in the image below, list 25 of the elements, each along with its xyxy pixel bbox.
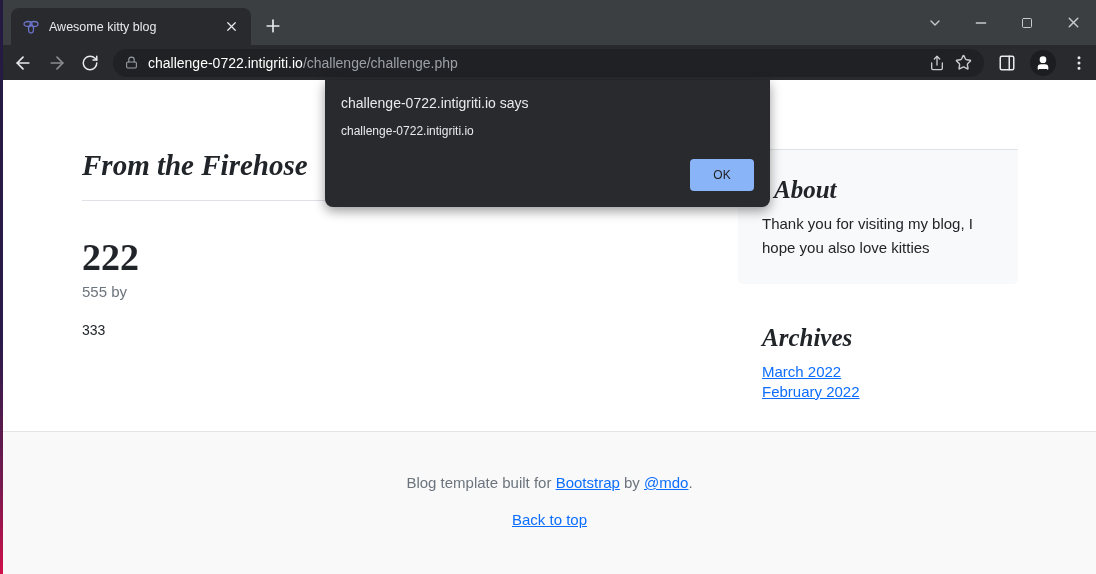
- post-body: 333: [82, 322, 107, 338]
- profile-icon[interactable]: [1030, 49, 1056, 76]
- dialog-title: challenge-0722.intigriti.io says: [341, 95, 530, 111]
- browser-tab[interactable]: Awesome kitty blog: [11, 8, 251, 45]
- footer-link[interactable]: @mdo: [644, 474, 689, 491]
- archive-link[interactable]: March 2022: [762, 363, 842, 380]
- address-bar[interactable]: challenge-0722.intigriti.io/challenge/challenge.php: [113, 48, 984, 77]
- side-panel-icon[interactable]: [998, 53, 1016, 72]
- about-text: Thank you for visiting my blog, I hope you also love kitties: [762, 214, 974, 258]
- ok-button[interactable]: OK: [690, 159, 754, 191]
- about-title: About: [774, 176, 838, 204]
- share-icon[interactable]: [929, 54, 945, 71]
- footer-credit: Blog template built for Bootstrap by @mdo.: [406, 474, 693, 491]
- reload-icon[interactable]: [81, 53, 99, 72]
- logo-icon: [23, 19, 39, 34]
- lock-icon: [125, 56, 138, 69]
- star-icon[interactable]: [955, 54, 972, 71]
- close-icon[interactable]: [224, 19, 239, 34]
- dialog-message: challenge-0722.intigriti.io: [341, 124, 475, 138]
- back-to-top-link[interactable]: Back to top: [511, 511, 587, 528]
- footer-link[interactable]: Bootstrap: [555, 474, 620, 491]
- archive-link[interactable]: February 2022: [762, 383, 860, 400]
- post-meta: 555 by: [82, 283, 129, 300]
- archives-title: Archives: [762, 324, 853, 352]
- post-title: 222: [82, 235, 140, 279]
